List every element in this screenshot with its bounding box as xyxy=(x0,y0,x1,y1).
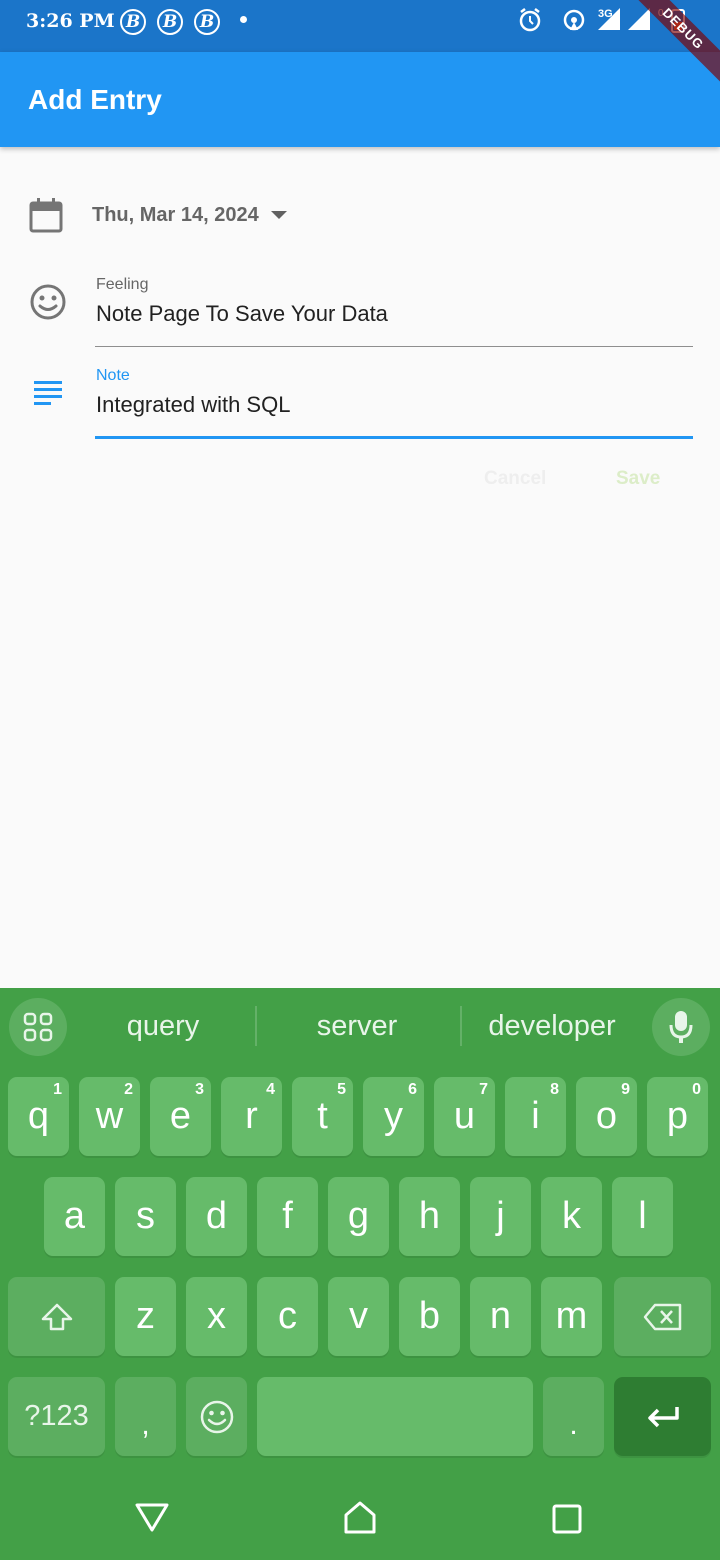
key-f[interactable]: f xyxy=(257,1177,318,1256)
key-x[interactable]: x xyxy=(186,1277,247,1356)
back-triangle-icon[interactable] xyxy=(134,1502,170,1534)
key-letter: p xyxy=(666,1095,689,1137)
enter-arrow-icon xyxy=(647,1406,679,1427)
key-y[interactable]: y6 xyxy=(363,1077,424,1156)
key-c[interactable]: c xyxy=(257,1277,318,1356)
key-p[interactable]: p0 xyxy=(647,1077,708,1156)
keyboard-menu-button[interactable] xyxy=(9,998,67,1056)
key-o[interactable]: o9 xyxy=(576,1077,637,1156)
key-w[interactable]: w2 xyxy=(79,1077,140,1156)
status-bar: 3:26 PM B B B 3G 0 xyxy=(0,0,720,52)
recents-square-icon[interactable] xyxy=(551,1503,583,1535)
notes-icon xyxy=(34,381,62,405)
shift-key[interactable] xyxy=(8,1277,105,1356)
smiley-icon xyxy=(30,284,66,320)
key-j[interactable]: j xyxy=(470,1177,531,1256)
key-letter: q xyxy=(27,1095,50,1137)
note-underline xyxy=(95,436,693,439)
key-d[interactable]: d xyxy=(186,1177,247,1256)
key-letter: y xyxy=(384,1095,403,1137)
key-a[interactable]: a xyxy=(44,1177,105,1256)
more-notifications-dot xyxy=(240,16,247,23)
key-i[interactable]: i8 xyxy=(505,1077,566,1156)
key-letter: u xyxy=(453,1095,476,1137)
page-title: Add Entry xyxy=(28,84,162,115)
key-letter: e xyxy=(169,1095,192,1137)
key-letter: i xyxy=(531,1095,540,1137)
suggestion-divider xyxy=(255,1006,257,1046)
status-time: 3:26 PM xyxy=(26,10,115,32)
voice-input-button[interactable] xyxy=(652,998,710,1056)
key-q[interactable]: q1 xyxy=(8,1077,69,1156)
key-number-hint: 9 xyxy=(621,1081,630,1098)
home-icon[interactable] xyxy=(342,1500,378,1536)
apps-grid-icon xyxy=(23,1012,53,1042)
key-letter: w xyxy=(95,1095,124,1137)
key-number-hint: 6 xyxy=(408,1081,417,1098)
key-letter: t xyxy=(317,1095,328,1137)
key-number-hint: 7 xyxy=(479,1081,488,1098)
key-number-hint: 3 xyxy=(195,1081,204,1098)
key-e[interactable]: e3 xyxy=(150,1077,211,1156)
space-key[interactable] xyxy=(257,1377,533,1456)
key-g[interactable]: g xyxy=(328,1177,389,1256)
key-z[interactable]: z xyxy=(115,1277,176,1356)
signal-icon xyxy=(598,8,620,30)
cancel-button[interactable]: Cancel xyxy=(484,468,546,490)
key-k[interactable]: k xyxy=(541,1177,602,1256)
suggestion-item[interactable]: server xyxy=(267,1010,447,1043)
alarm-icon xyxy=(519,8,541,32)
microphone-icon xyxy=(669,1011,693,1043)
backspace-key[interactable] xyxy=(614,1277,711,1356)
enter-key[interactable] xyxy=(614,1377,711,1456)
key-number-hint: 2 xyxy=(124,1081,133,1098)
key-m[interactable]: m xyxy=(541,1277,602,1356)
key-letter: r xyxy=(245,1095,258,1137)
symbols-key[interactable]: ?123 xyxy=(8,1377,105,1456)
backspace-icon xyxy=(643,1303,681,1330)
key-n[interactable]: n xyxy=(470,1277,531,1356)
suggestion-item[interactable]: query xyxy=(73,1010,253,1043)
notification-badge-icon: B xyxy=(120,9,146,35)
key-t[interactable]: t5 xyxy=(292,1077,353,1156)
key-number-hint: 8 xyxy=(550,1081,559,1098)
feeling-underline xyxy=(95,346,693,347)
note-label: Note xyxy=(96,367,130,384)
key-number-hint: 1 xyxy=(53,1081,62,1098)
key-r[interactable]: r4 xyxy=(221,1077,282,1156)
key-h[interactable]: h xyxy=(399,1177,460,1256)
hotspot-icon xyxy=(563,9,585,31)
period-key[interactable]: . xyxy=(543,1377,604,1456)
key-letter: o xyxy=(595,1095,618,1137)
date-value: Thu, Mar 14, 2024 xyxy=(92,204,259,226)
notification-badge-icon: B xyxy=(157,9,183,35)
key-s[interactable]: s xyxy=(115,1177,176,1256)
date-picker[interactable]: Thu, Mar 14, 2024 xyxy=(0,190,720,240)
emoji-key[interactable] xyxy=(186,1377,247,1456)
dropdown-arrow-icon[interactable] xyxy=(270,209,288,221)
comma-key[interactable]: , xyxy=(115,1377,176,1456)
key-number-hint: 0 xyxy=(692,1081,701,1098)
calendar-icon xyxy=(29,198,63,233)
emoji-icon xyxy=(200,1400,233,1433)
key-v[interactable]: v xyxy=(328,1277,389,1356)
feeling-label: Feeling xyxy=(96,276,149,293)
key-u[interactable]: u7 xyxy=(434,1077,495,1156)
note-input[interactable]: Integrated with SQL xyxy=(96,392,290,418)
app-bar: Add Entry xyxy=(0,52,720,147)
navigation-bar xyxy=(0,1478,720,1560)
save-button[interactable]: Save xyxy=(616,468,660,490)
shift-arrow-icon xyxy=(41,1303,72,1330)
key-b[interactable]: b xyxy=(399,1277,460,1356)
key-l[interactable]: l xyxy=(612,1177,673,1256)
key-number-hint: 4 xyxy=(266,1081,275,1098)
key-number-hint: 5 xyxy=(337,1081,346,1098)
feeling-input[interactable]: Note Page To Save Your Data xyxy=(96,301,388,327)
suggestion-item[interactable]: developer xyxy=(462,1010,642,1043)
soft-keyboard: query server developer q1w2e3r4t5y6u7i8o… xyxy=(0,988,720,1560)
notification-badge-icon: B xyxy=(194,9,220,35)
